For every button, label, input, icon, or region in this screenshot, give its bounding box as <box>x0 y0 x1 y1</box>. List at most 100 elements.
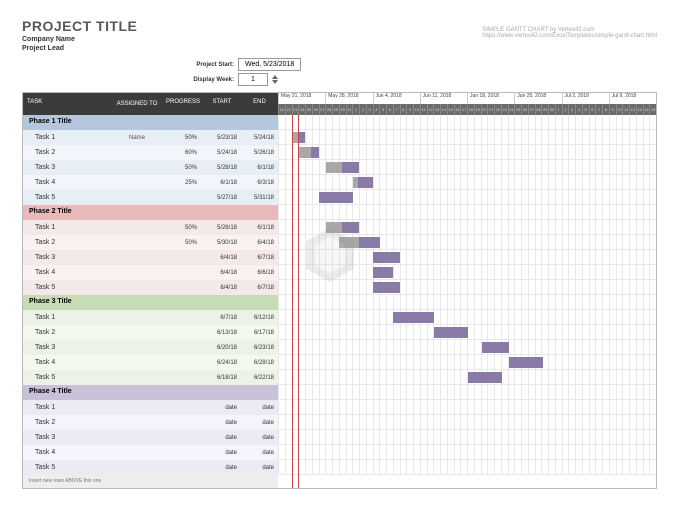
assigned-cell[interactable] <box>111 271 163 275</box>
day-label: 10 <box>616 104 623 115</box>
day-label: 12 <box>629 104 636 115</box>
table-row[interactable]: Task 5 6/18/186/22/18 <box>23 370 278 385</box>
display-week-spinner[interactable] <box>272 75 278 84</box>
progress-cell[interactable]: 50% <box>163 234 203 252</box>
day-label: 28 <box>535 104 542 115</box>
progress-cell[interactable] <box>163 252 203 264</box>
end-cell[interactable]: 5/31/18 <box>241 189 278 207</box>
assigned-cell[interactable] <box>111 166 163 170</box>
day-label: 23 <box>292 104 299 115</box>
day-label: 29 <box>541 104 548 115</box>
progress-cell[interactable] <box>163 342 203 354</box>
task-name-cell[interactable]: Task 5 <box>23 458 111 477</box>
project-start-label: Project Start: <box>172 62 234 68</box>
assigned-cell[interactable] <box>111 451 163 455</box>
week-label: May 28, 2018 <box>325 93 372 104</box>
task-table: TASK ASSIGNED TO PROGRESS START END Phas… <box>23 93 278 488</box>
chart-task-row <box>278 145 656 160</box>
gantt-bar[interactable] <box>373 282 400 293</box>
day-label: 11 <box>420 104 427 115</box>
day-label: 23 <box>501 104 508 115</box>
assigned-cell[interactable] <box>111 331 163 335</box>
gantt-bar[interactable] <box>509 357 543 368</box>
project-start-input[interactable]: Wed, 5/23/2018 <box>238 58 301 71</box>
assigned-cell[interactable] <box>111 361 163 365</box>
task-name-cell[interactable]: Task 5 <box>23 188 111 207</box>
chart-task-row <box>278 355 656 370</box>
chart-phase-row <box>278 115 656 130</box>
start-cell[interactable]: 6/4/18 <box>203 279 241 297</box>
assigned-cell[interactable] <box>111 226 163 230</box>
attribution: SIMPLE GANTT CHART by Vertex42.com https… <box>482 27 657 39</box>
progress-cell[interactable] <box>163 432 203 444</box>
task-name-cell[interactable]: Task 5 <box>23 368 111 387</box>
chart-task-row <box>278 280 656 295</box>
day-label: 5 <box>379 104 386 115</box>
assigned-cell[interactable] <box>111 406 163 410</box>
progress-cell[interactable] <box>163 417 203 429</box>
gantt-bar[interactable] <box>482 342 509 353</box>
start-cell[interactable]: date <box>203 459 241 477</box>
table-row[interactable]: Task 5 5/27/185/31/18 <box>23 190 278 205</box>
table-row[interactable]: Task 5 datedate <box>23 460 278 475</box>
assigned-cell[interactable]: Name <box>111 133 163 143</box>
day-label: 29 <box>332 104 339 115</box>
day-label: 9 <box>609 104 616 115</box>
progress-cell[interactable] <box>163 447 203 459</box>
project-lead: Project Lead <box>22 45 137 52</box>
assigned-cell[interactable] <box>111 346 163 350</box>
assigned-cell[interactable] <box>111 286 163 290</box>
spinner-down-icon[interactable] <box>272 80 278 84</box>
assigned-cell[interactable] <box>111 421 163 425</box>
gantt-bar[interactable] <box>434 327 468 338</box>
chart-task-row <box>278 130 656 145</box>
progress-cell[interactable] <box>163 267 203 279</box>
chart-task-row <box>278 235 656 250</box>
spinner-up-icon[interactable] <box>272 75 278 79</box>
chart-task-row <box>278 430 656 445</box>
day-label: 7 <box>393 104 400 115</box>
progress-cell[interactable] <box>163 312 203 324</box>
chart-task-row <box>278 265 656 280</box>
start-cell[interactable]: 5/27/18 <box>203 189 241 207</box>
assigned-cell[interactable] <box>111 181 163 185</box>
start-cell[interactable]: 6/18/18 <box>203 369 241 387</box>
progress-cell[interactable] <box>163 282 203 294</box>
day-label: 2 <box>562 104 569 115</box>
chart-area <box>278 115 656 475</box>
week-label: May 21, 2018 <box>278 93 325 104</box>
assigned-cell[interactable] <box>111 151 163 155</box>
table-row[interactable]: Task 5 6/4/186/7/18 <box>23 280 278 295</box>
chart-task-row <box>278 325 656 340</box>
end-cell[interactable]: 6/22/18 <box>241 369 278 387</box>
assigned-cell[interactable] <box>111 256 163 260</box>
progress-cell[interactable] <box>163 402 203 414</box>
week-label: Jun 25, 2018 <box>514 93 561 104</box>
gantt-bar[interactable] <box>373 267 393 278</box>
day-label: 25 <box>514 104 521 115</box>
display-week-input[interactable]: 1 <box>238 73 268 86</box>
task-name-cell[interactable]: Task 5 <box>23 278 111 297</box>
gantt-bar[interactable] <box>393 312 434 323</box>
assigned-cell[interactable] <box>111 436 163 440</box>
day-label: 1 <box>555 104 562 115</box>
progress-cell[interactable] <box>163 192 203 204</box>
assigned-cell[interactable] <box>111 316 163 320</box>
week-label: Jun 18, 2018 <box>467 93 514 104</box>
progress-cell[interactable] <box>163 327 203 339</box>
progress-cell[interactable] <box>163 357 203 369</box>
end-cell[interactable]: date <box>241 459 278 477</box>
assigned-cell[interactable] <box>111 376 163 380</box>
progress-cell[interactable]: 25% <box>163 174 203 192</box>
end-cell[interactable]: 6/7/18 <box>241 279 278 297</box>
gantt-bar[interactable] <box>373 252 400 263</box>
gantt-bar[interactable] <box>468 372 502 383</box>
assigned-cell[interactable] <box>111 466 163 470</box>
assigned-cell[interactable] <box>111 241 163 245</box>
assigned-cell[interactable] <box>111 196 163 200</box>
progress-cell[interactable] <box>163 372 203 384</box>
day-label: 17 <box>460 104 467 115</box>
day-label: 28 <box>325 104 332 115</box>
gantt-bar[interactable] <box>319 192 353 203</box>
progress-cell[interactable] <box>163 462 203 474</box>
